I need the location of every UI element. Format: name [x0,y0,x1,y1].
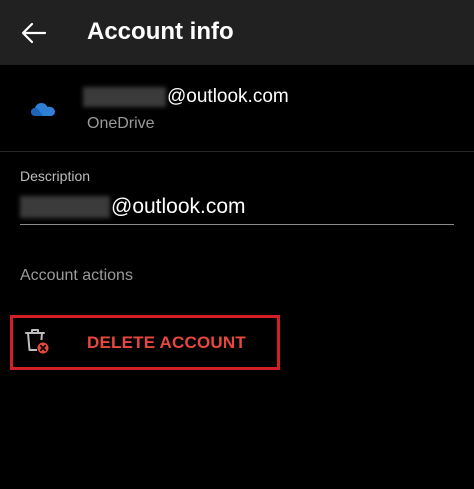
page-title: Account info [87,18,234,45]
account-email-domain: @outlook.com [167,86,289,107]
account-email: @outlook.com [83,85,289,109]
description-email-domain: @outlook.com [111,195,246,218]
back-button[interactable] [14,14,54,52]
redacted-username [83,87,166,107]
app-bar: Account info [0,0,474,65]
account-row[interactable]: @outlook.com OneDrive [0,65,474,152]
arrow-left-icon [21,22,47,44]
account-actions-header: Account actions [20,267,133,284]
trash-remove-icon [25,329,49,354]
account-info-screen: Account info @outlook.com OneDrive Descr… [0,0,474,489]
account-service-label: OneDrive [87,115,155,132]
description-field[interactable]: @outlook.com [20,190,454,225]
delete-account-label: DELETE ACCOUNT [87,333,246,352]
onedrive-cloud-icon [31,103,55,116]
redacted-username [20,196,110,218]
delete-account-button[interactable]: DELETE ACCOUNT [10,315,280,370]
description-label: Description [20,168,91,184]
description-value: @outlook.com [20,194,246,220]
